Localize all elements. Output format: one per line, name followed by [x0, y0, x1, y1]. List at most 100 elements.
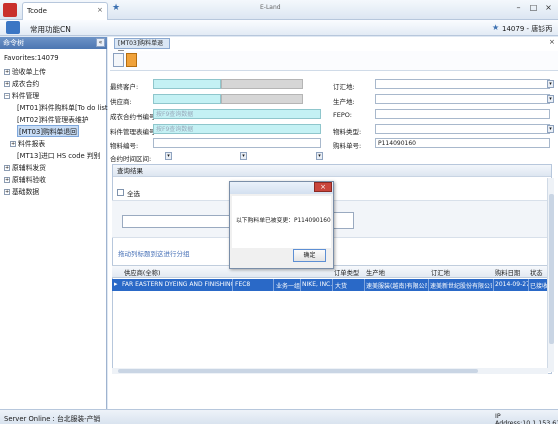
- close-button[interactable]: ×: [542, 2, 555, 14]
- contract-date-label: 合约时间区间:: [110, 155, 152, 163]
- menu-bar: [0, 20, 558, 36]
- date-clear-dropdown[interactable]: ▾: [316, 152, 323, 160]
- material-type-dropdown[interactable]: ▾: [547, 125, 554, 133]
- tree-item-garment-contract[interactable]: + 成衣合约: [4, 78, 39, 88]
- purchase-no-label: 购料单号:: [333, 142, 362, 150]
- tree-item-material-management[interactable]: − 料件管理: [4, 90, 39, 100]
- tree-item-label: 基础数据: [12, 188, 40, 196]
- tree-item-label: 料件报表: [18, 140, 46, 148]
- tree-item-favorites[interactable]: Favorites:14079: [4, 54, 59, 62]
- window-title: E-Land: [260, 4, 281, 11]
- vendor-label: 最终客户:: [110, 83, 139, 91]
- dialog-ok-button[interactable]: 确定: [293, 249, 326, 262]
- user-info: 14079 - 唐钐丙: [502, 25, 553, 33]
- tree-item-acceptance-upload[interactable]: + 验收单上传: [4, 66, 46, 76]
- issue-place-dropdown[interactable]: ▾: [547, 80, 554, 88]
- tab-title: Tcode: [27, 7, 47, 15]
- vertical-scrollbar[interactable]: [547, 178, 554, 372]
- row-indicator-icon: ▸: [114, 280, 118, 288]
- query-icon[interactable]: [113, 53, 124, 67]
- contract-no-label: 成衣合约书编号:: [110, 113, 158, 121]
- tree-item-mt03[interactable]: [MT03]购料单退回: [17, 125, 79, 137]
- favorite-star-icon[interactable]: ★: [492, 23, 499, 32]
- production-place-label: 生产地:: [333, 98, 355, 106]
- mgmt-no-label: 料件管理表编号:: [110, 128, 158, 136]
- maximize-button[interactable]: □: [527, 2, 540, 14]
- contract-no-placeholder: 按F9查询数据: [156, 111, 194, 118]
- tree-item-material-shipping[interactable]: + 原辅料发货: [4, 162, 46, 172]
- cell-order-type: 大货: [335, 283, 348, 290]
- tree-item-label: 原辅料发货: [12, 164, 46, 172]
- tree-item-label: [MT13]进口 HS code 判别: [17, 152, 101, 160]
- document-tab[interactable]: [MT03]购料单退回: [114, 38, 170, 57]
- home-icon[interactable]: [6, 21, 20, 34]
- collapse-icon[interactable]: −: [4, 93, 10, 99]
- column-date[interactable]: 购料日期: [495, 268, 520, 277]
- mgmt-no-field[interactable]: 按F9查询数据: [153, 124, 321, 134]
- column-production[interactable]: 生产地: [366, 268, 385, 277]
- material-no-field[interactable]: [153, 138, 321, 148]
- cell-dept: 业务一组: [276, 283, 300, 290]
- server-status: Server Online : 台北服装-产销: [4, 415, 101, 423]
- dialog-close-button[interactable]: ×: [314, 182, 332, 192]
- cell-date: 2014-09-27: [495, 281, 528, 288]
- cell-divider: [273, 279, 274, 291]
- group-by-hint[interactable]: 拖动列标题到这进行分组: [118, 248, 190, 258]
- sidebar-header: 命令树: [0, 37, 107, 49]
- material-no-label: 物料编号:: [110, 142, 139, 150]
- results-header: 查询结果: [113, 165, 551, 177]
- material-type-label: 物料类型:: [333, 128, 362, 136]
- tree-item-base-data[interactable]: + 基础数据: [4, 186, 39, 196]
- mgmt-no-placeholder: 按F9查询数据: [156, 126, 194, 133]
- issue-place-field[interactable]: [375, 79, 550, 89]
- tree-item-label: 成衣合约: [12, 80, 40, 88]
- sidebar-collapse-button[interactable]: «: [96, 38, 105, 47]
- purchase-no-field[interactable]: P114090160: [375, 138, 550, 148]
- minimize-button[interactable]: –: [512, 2, 525, 14]
- expand-icon[interactable]: +: [4, 177, 10, 183]
- column-issue[interactable]: 订汇地: [431, 268, 450, 277]
- cell-divider: [332, 279, 333, 291]
- tree-item-mt02[interactable]: [MT02]料件管理表维护: [17, 114, 89, 124]
- expand-icon[interactable]: +: [4, 69, 10, 75]
- date-from-dropdown[interactable]: ▾: [165, 152, 172, 160]
- tree-item-label: 料件管理: [12, 92, 40, 100]
- expand-icon[interactable]: +: [4, 81, 10, 87]
- supplier-field[interactable]: [153, 94, 221, 104]
- select-all-checkbox[interactable]: [117, 189, 124, 196]
- production-place-field[interactable]: [375, 94, 550, 104]
- fepo-field[interactable]: [375, 109, 550, 119]
- filter-input[interactable]: [122, 215, 234, 228]
- expand-icon[interactable]: +: [4, 165, 10, 171]
- expand-icon[interactable]: +: [4, 189, 10, 195]
- expand-icon[interactable]: +: [10, 141, 16, 147]
- tree-item-mt01[interactable]: [MT01]料件购料单[To do list]: [17, 102, 110, 112]
- tab-close-icon[interactable]: ×: [97, 6, 103, 14]
- scroll-thumb[interactable]: [118, 369, 478, 373]
- tree-item-label: [MT02]料件管理表维护: [17, 116, 89, 124]
- production-place-dropdown[interactable]: ▾: [547, 95, 554, 103]
- contract-no-field[interactable]: 按F9查询数据: [153, 109, 321, 119]
- document-close-icon[interactable]: ×: [549, 38, 555, 46]
- select-all-label: 全选: [127, 190, 140, 198]
- tree-item-material-acceptance[interactable]: + 原辅料验收: [4, 174, 46, 184]
- cell-supplier: FAR EASTERN DYEING AND FINISHING LT: [122, 281, 232, 288]
- new-tab-icon[interactable]: ★: [112, 3, 120, 13]
- return-icon[interactable]: [126, 53, 137, 67]
- tab-tcode[interactable]: Tcode ×: [22, 2, 108, 20]
- column-supplier[interactable]: 供应商(全称): [124, 268, 160, 277]
- vendor-name-field: [221, 79, 303, 89]
- material-type-field[interactable]: [375, 124, 550, 134]
- tree-item-mt13[interactable]: [MT13]进口 HS code 判别: [17, 150, 100, 160]
- horizontal-scrollbar[interactable]: [112, 368, 548, 374]
- scroll-thumb[interactable]: [549, 194, 554, 344]
- date-to-dropdown[interactable]: ▾: [240, 152, 247, 160]
- cell-divider: [493, 279, 494, 291]
- tree-item-material-reports[interactable]: + 料件报表: [10, 138, 45, 148]
- tree-item-label: [MT03]购料单退回: [19, 128, 77, 136]
- column-status[interactable]: 状态: [530, 268, 543, 277]
- menu-title[interactable]: 常用功能CN: [30, 24, 71, 35]
- column-order-type[interactable]: 订单类型: [334, 268, 359, 277]
- tree-item-label: 验收单上传: [12, 68, 46, 76]
- vendor-field[interactable]: [153, 79, 221, 89]
